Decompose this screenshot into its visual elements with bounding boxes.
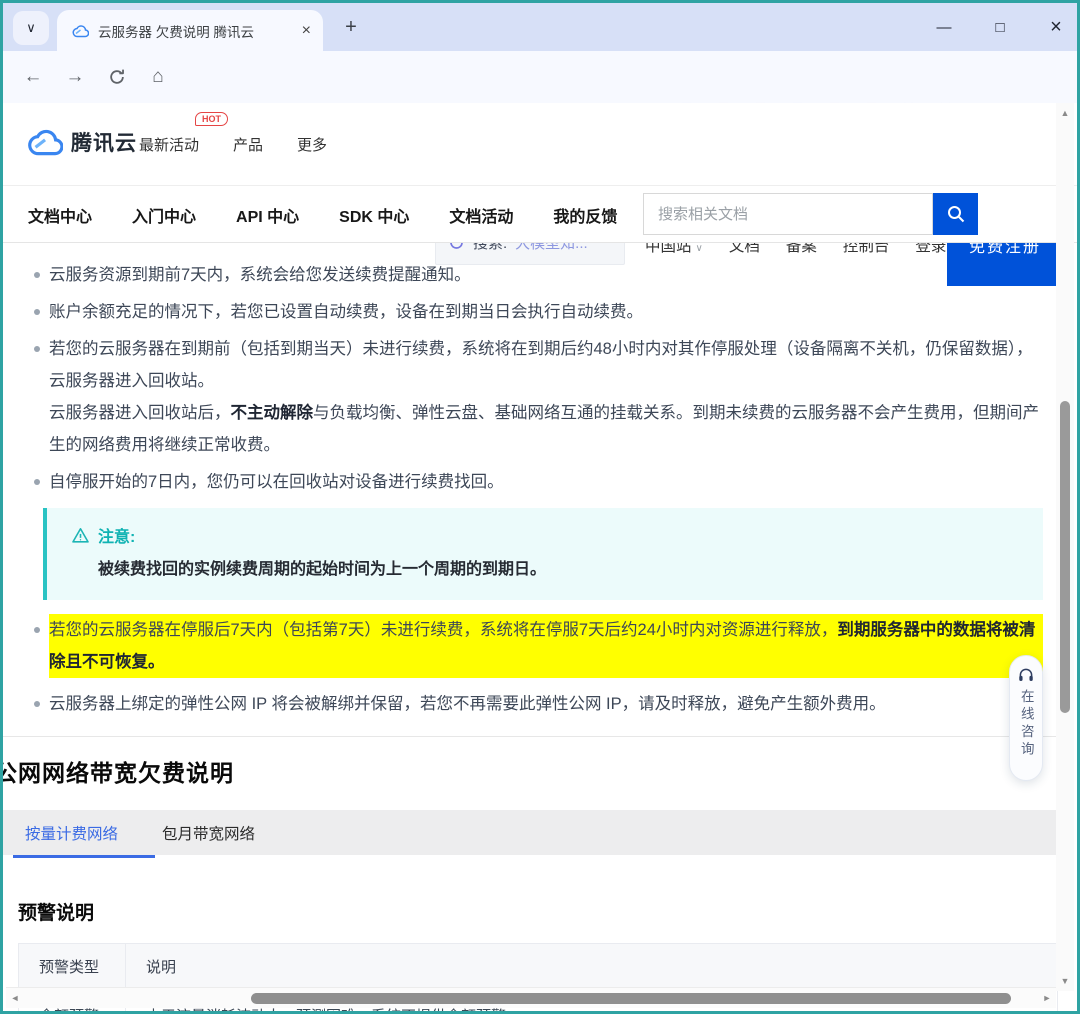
- scroll-down-arrow[interactable]: ▼: [1056, 973, 1074, 989]
- bullet-text: 云服务资源到期前7天内，系统会给您发送续费提醒通知。: [49, 266, 471, 284]
- site-header: 腾讯云 最新活动 HOT 产品 更多 搜索: 大模型知... 中国站 ∨ 文档 备…: [3, 103, 1077, 286]
- menu-item-activities[interactable]: 最新活动 HOT: [139, 112, 228, 155]
- cloud-logo-icon: [28, 129, 63, 156]
- back-button[interactable]: ←: [19, 63, 47, 91]
- bullet-dot: [34, 701, 40, 707]
- doc-nav: 文档中心 入门中心 API 中心 SDK 中心 文档活动 我的反馈: [3, 187, 1077, 243]
- paragraph-text: 云服务器进入回收站后，: [49, 404, 231, 422]
- menu-item-products[interactable]: 产品: [233, 134, 263, 155]
- maximize-button[interactable]: □: [989, 19, 1011, 36]
- highlighted-text: 若您的云服务器在停服后7天内（包括第7天）未进行续费，系统将在停服7天后约24小…: [49, 614, 1043, 678]
- hot-badge: HOT: [195, 112, 228, 126]
- bullet-dot: [34, 479, 40, 485]
- logo-text: 腾讯云: [71, 132, 137, 155]
- bullet-continuation: 云服务器进入回收站后，不主动解除与负载均衡、弹性云盘、基础网络互通的挂载关系。到…: [49, 397, 1043, 461]
- minimize-button[interactable]: —: [933, 19, 955, 36]
- browser-toolbar: ← → ⌂ cloud.tencent.com/document/product…: [3, 51, 1077, 144]
- note-header: 注意:: [71, 523, 1019, 547]
- browser-window: ∨ 云服务器 欠费说明 腾讯云 × + — □ × ← → ⌂ 腾讯云 最新活动…: [0, 0, 1080, 1014]
- list-item: 自停服开始的7日内，您仍可以在回收站对设备进行续费找回。: [33, 466, 1043, 498]
- tab-pay-as-you-go-network[interactable]: 按量计费网络: [3, 810, 140, 855]
- warning-triangle-icon: [72, 527, 89, 543]
- headset-icon: [1019, 668, 1033, 681]
- doc-nav-item-doc-activity[interactable]: 文档活动: [449, 203, 513, 227]
- bullet-list: 若您的云服务器在停服后7天内（包括第7天）未进行续费，系统将在停服7天后约24小…: [3, 612, 1059, 720]
- close-window-button[interactable]: ×: [1045, 16, 1067, 39]
- network-tabstrip: 按量计费网络 包月带宽网络: [3, 810, 1059, 855]
- menu-item-more[interactable]: 更多: [297, 134, 327, 155]
- bullet-list: 云服务资源到期前7天内，系统会给您发送续费提醒通知。 账户余额充足的情况下，若您…: [3, 243, 1059, 498]
- list-item-highlighted: 若您的云服务器在停服后7天内（包括第7天）未进行续费，系统将在停服7天后约24小…: [33, 614, 1043, 678]
- chat-widget-label: 在线咨询: [1018, 689, 1034, 759]
- doc-nav-items: 文档中心 入门中心 API 中心 SDK 中心 文档活动 我的反馈: [28, 187, 617, 243]
- list-item: 账户余额充足的情况下，若您已设置自动续费，设备在到期当日会执行自动续费。: [33, 296, 1043, 328]
- home-button[interactable]: ⌂: [144, 63, 172, 91]
- reload-button[interactable]: [103, 63, 131, 91]
- doc-nav-item-sdk-center[interactable]: SDK 中心: [339, 203, 409, 227]
- vertical-scrollbar[interactable]: ▲ ▼: [1056, 103, 1074, 991]
- doc-nav-item-feedback[interactable]: 我的反馈: [553, 203, 617, 227]
- forward-button[interactable]: →: [61, 63, 89, 91]
- tencent-cloud-favicon-icon: [72, 24, 89, 37]
- scroll-right-arrow[interactable]: ►: [1038, 988, 1056, 1008]
- list-item: 云服务资源到期前7天内，系统会给您发送续费提醒通知。: [33, 259, 1043, 291]
- scroll-left-arrow[interactable]: ◄: [6, 988, 24, 1008]
- subsection-title: 预警说明: [18, 903, 95, 924]
- note-callout: 注意: 被续费找回的实例续费周期的起始时间为上一个周期的到期日。: [43, 508, 1043, 600]
- doc-content: 云服务资源到期前7天内，系统会给您发送续费提醒通知。 账户余额充足的情况下，若您…: [0, 243, 1059, 1011]
- bullet-text: 账户余额充足的情况下，若您已设置自动续费，设备在到期当日会执行自动续费。: [49, 303, 643, 321]
- bold-text: 不主动解除: [230, 404, 314, 422]
- horizontal-scrollbar[interactable]: ◄ ►: [6, 987, 1056, 1008]
- window-controls: — □ ×: [933, 3, 1067, 51]
- doc-search-input[interactable]: [643, 193, 933, 235]
- tab-close-icon[interactable]: ×: [302, 22, 311, 40]
- tab-monthly-bandwidth-network[interactable]: 包月带宽网络: [140, 810, 277, 855]
- bullet-dot: [34, 627, 40, 633]
- column-header: 说明: [125, 943, 1058, 990]
- tencent-cloud-logo[interactable]: 腾讯云: [25, 127, 137, 157]
- doc-nav-item-api-center[interactable]: API 中心: [236, 203, 299, 227]
- tab-search-button[interactable]: ∨: [13, 11, 49, 45]
- section-title: 公网网络带宽欠费说明: [0, 760, 234, 786]
- new-tab-button[interactable]: +: [337, 13, 365, 41]
- doc-search-button[interactable]: [933, 193, 978, 235]
- search-icon: [947, 206, 964, 223]
- column-header: 预警类型: [18, 943, 126, 990]
- doc-nav-item-doc-center[interactable]: 文档中心: [28, 203, 92, 227]
- bullet-text: 若您的云服务器在到期前（包括到期当天）未进行续费，系统将在到期后约48小时内对其…: [49, 340, 1033, 390]
- section-divider: [3, 736, 1059, 737]
- browser-titlebar: ∨ 云服务器 欠费说明 腾讯云 × + — □ ×: [3, 3, 1077, 51]
- tab-title: 云服务器 欠费说明 腾讯云: [98, 24, 255, 40]
- table-header-row: 预警类型 说明: [18, 943, 1058, 990]
- chevron-down-icon: ∨: [26, 20, 36, 35]
- bullet-text: 自停服开始的7日内，您仍可以在回收站对设备进行续费找回。: [49, 473, 504, 491]
- reload-icon: [110, 69, 124, 84]
- browser-tab[interactable]: 云服务器 欠费说明 腾讯云 ×: [57, 10, 323, 51]
- list-item: 云服务器上绑定的弹性公网 IP 将会被解绑并保留，若您不再需要此弹性公网 IP，…: [33, 688, 1043, 720]
- highlight-normal: 若您的云服务器在停服后7天内（包括第7天）未进行续费，系统将在停服7天后约24小…: [49, 621, 838, 639]
- header-menu: 最新活动 HOT 产品 更多: [139, 103, 327, 186]
- menu-item-label: 最新活动: [139, 137, 200, 154]
- doc-nav-item-getting-started[interactable]: 入门中心: [132, 203, 196, 227]
- bullet-text: 云服务器上绑定的弹性公网 IP 将会被解绑并保留，若您不再需要此弹性公网 IP，…: [49, 695, 886, 713]
- bullet-dot: [34, 309, 40, 315]
- bullet-dot: [34, 272, 40, 278]
- scroll-up-arrow[interactable]: ▲: [1056, 105, 1074, 121]
- vertical-scrollbar-thumb[interactable]: [1060, 401, 1070, 713]
- bullet-dot: [34, 346, 40, 352]
- list-item: 若您的云服务器在到期前（包括到期当天）未进行续费，系统将在到期后约48小时内对其…: [33, 333, 1043, 461]
- note-label: 注意:: [98, 529, 136, 546]
- active-tab-underline: [13, 855, 155, 858]
- online-chat-widget[interactable]: 在线咨询: [1009, 655, 1043, 781]
- note-body: 被续费找回的实例续费周期的起始时间为上一个周期的到期日。: [98, 561, 547, 578]
- horizontal-scrollbar-thumb[interactable]: [251, 993, 1011, 1004]
